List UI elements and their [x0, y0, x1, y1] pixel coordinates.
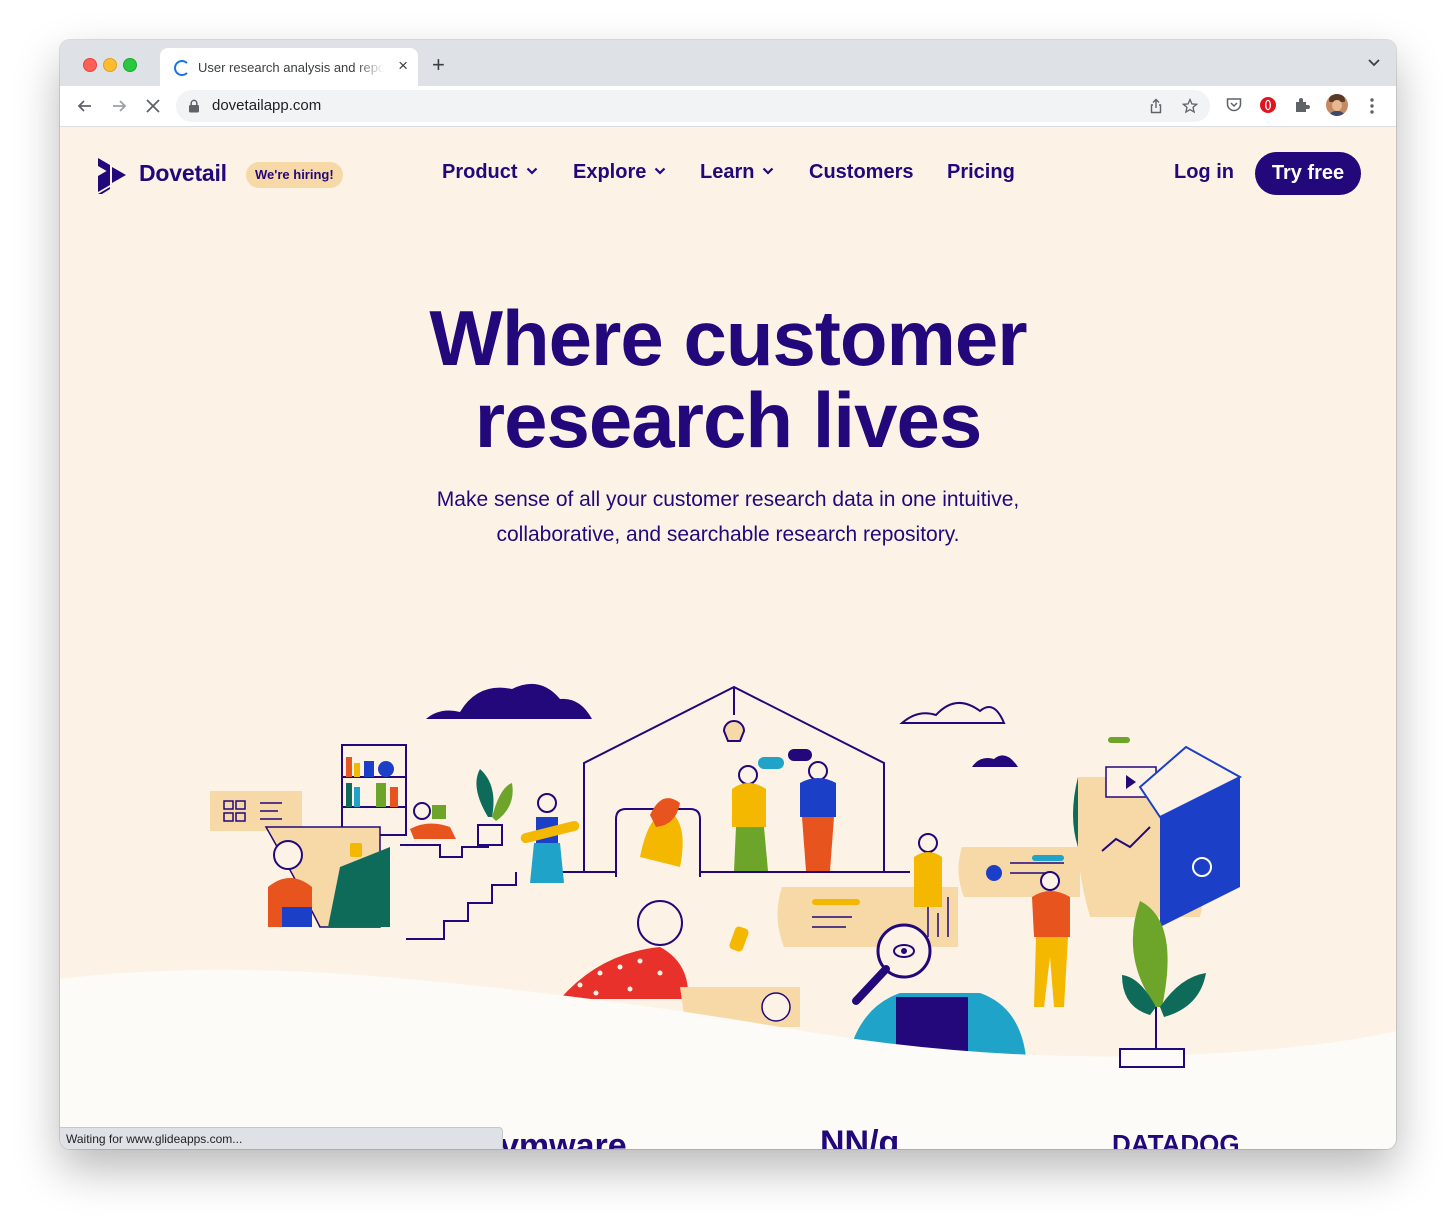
browser-tab[interactable]: User research analysis and repository ×: [160, 48, 418, 86]
new-tab-icon[interactable]: +: [432, 54, 445, 76]
brand-name[interactable]: Dovetail: [139, 160, 227, 187]
pocket-icon[interactable]: [1225, 96, 1243, 114]
status-bar: Waiting for www.glideapps.com...: [60, 1127, 503, 1149]
nav-learn-label: Learn: [700, 161, 755, 183]
tab-title: User research analysis and repository: [198, 60, 384, 75]
polka-dot-person: [560, 947, 689, 999]
share-icon[interactable]: [1148, 98, 1164, 114]
nav-product-label: Product: [442, 161, 518, 183]
opera-icon[interactable]: [1259, 96, 1277, 114]
left-card: [210, 791, 302, 831]
dark-cloud: [426, 683, 592, 719]
maximize-window-button[interactable]: [123, 58, 137, 72]
address-bar[interactable]: dovetailapp.com: [176, 90, 1210, 122]
hiring-badge[interactable]: We're hiring!: [246, 162, 343, 188]
hero-title-line-2: research lives: [474, 376, 982, 464]
kebab-menu-icon[interactable]: [1365, 97, 1379, 115]
lock-icon[interactable]: [188, 99, 200, 113]
extensions-icon[interactable]: [1293, 96, 1311, 114]
profile-avatar[interactable]: [1326, 94, 1348, 116]
small-cloud: [972, 755, 1018, 767]
close-window-button[interactable]: [83, 58, 97, 72]
nav-learn[interactable]: Learn: [700, 161, 774, 184]
vmware-logo: vmware: [500, 1127, 627, 1149]
web-page: Dovetail We're hiring! Product Explore L…: [60, 127, 1396, 1149]
chevron-down-icon: [763, 167, 774, 175]
browser-toolbar: dovetailapp.com: [60, 86, 1396, 127]
nav-pricing[interactable]: Pricing: [947, 161, 1015, 184]
datadog-logo: DATADOG: [1112, 1130, 1240, 1149]
nng-logo: NN/g: [820, 1124, 900, 1149]
forward-arrow-icon[interactable]: [109, 96, 129, 116]
tab-close-icon[interactable]: ×: [398, 57, 408, 75]
dovetail-logo-icon[interactable]: [96, 158, 128, 194]
hero-title-line-1: Where customer: [429, 294, 1027, 382]
nav-explore[interactable]: Explore: [573, 161, 666, 184]
outline-cloud: [899, 702, 1006, 724]
nav-product[interactable]: Product: [442, 161, 538, 184]
loading-spinner-icon: [174, 60, 190, 76]
nav-customers[interactable]: Customers: [809, 161, 913, 184]
hero-illustration: [60, 683, 1396, 1149]
stop-loading-icon[interactable]: [143, 96, 163, 116]
hero-subtitle-line-2: collaborative, and searchable research r…: [496, 523, 960, 546]
hero-subtitle: Make sense of all your customer research…: [378, 482, 1078, 552]
try-free-button[interactable]: Try free: [1255, 152, 1361, 195]
hero-subtitle-line-1: Make sense of all your customer research…: [436, 488, 1020, 511]
back-arrow-icon[interactable]: [75, 96, 95, 116]
browser-window: User research analysis and repository × …: [60, 40, 1396, 1149]
site-navbar: Dovetail We're hiring! Product Explore L…: [60, 127, 1396, 222]
login-link[interactable]: Log in: [1174, 161, 1234, 184]
hero-title: Where customer research lives: [60, 297, 1396, 461]
chevron-down-icon: [655, 167, 666, 175]
lightbulb-icon: [722, 720, 746, 742]
tab-strip: User research analysis and repository × …: [60, 40, 1396, 86]
chevron-down-icon: [526, 167, 537, 175]
nav-explore-label: Explore: [573, 161, 647, 183]
staircase: [406, 872, 517, 940]
star-icon[interactable]: [1182, 98, 1198, 114]
plant-pot: [1119, 1048, 1185, 1068]
tab-search-icon[interactable]: [1366, 54, 1382, 70]
minimize-window-button[interactable]: [103, 58, 117, 72]
url-text: dovetailapp.com: [212, 97, 322, 114]
